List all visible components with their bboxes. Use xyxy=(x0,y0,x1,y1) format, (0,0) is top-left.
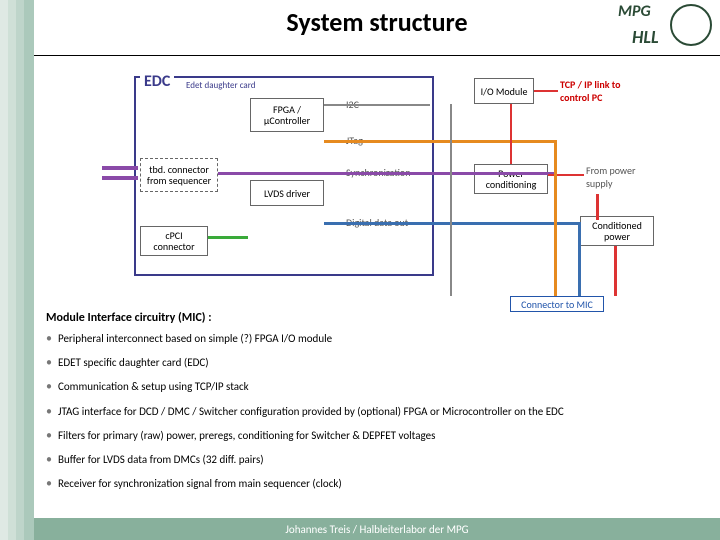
conn-digital-down xyxy=(578,222,581,296)
conn-tcp xyxy=(534,90,558,92)
edc-subtitle: Edet daughter card xyxy=(186,80,255,91)
box-connector-mic: Connector to MIC xyxy=(510,296,604,312)
conn-sync xyxy=(218,172,554,175)
bullet-item: JTAG interface for DCD / DMC / Switcher … xyxy=(46,405,700,418)
slide-header: System structure MPG HLL xyxy=(34,0,720,56)
box-io-module: I/O Module xyxy=(474,78,534,104)
bullet-item: Receiver for synchronization signal from… xyxy=(46,477,700,490)
block-diagram: EDC Edet daughter card FPGA / µControlle… xyxy=(110,76,670,312)
box-power-conditioning: Power conditioning xyxy=(474,164,548,194)
section-heading: Module Interface circuitry (MIC) : xyxy=(46,311,212,325)
label-tcpip: TCP / IP link to control PC xyxy=(560,78,640,104)
arrow-seq-1 xyxy=(102,166,138,170)
label-from-ps: From power supply xyxy=(586,164,646,190)
bullet-item: EDET specific daughter card (EDC) xyxy=(46,356,700,369)
footer-text: Johannes Treis / Halbleiterlabor der MPG xyxy=(285,523,468,536)
conn-condpower-down xyxy=(614,246,617,296)
conn-cpci xyxy=(208,236,248,239)
box-cpci: cPCI connector xyxy=(140,226,208,256)
slide-footer: Johannes Treis / Halbleiterlabor der MPG xyxy=(34,518,720,540)
logo-text-mpg: MPG xyxy=(618,2,651,21)
conn-i2c-down xyxy=(450,104,452,296)
conn-power-down xyxy=(596,194,599,220)
box-tbd-connector: tbd. connector from sequencer xyxy=(140,158,218,192)
box-lvds: LVDS driver xyxy=(250,180,324,206)
bullet-item: Communication & setup using TCP/IP stack xyxy=(46,380,700,393)
conn-jtag-down xyxy=(554,140,557,296)
bullet-item: Filters for primary (raw) power, preregs… xyxy=(46,429,700,442)
logo-text-hll: HLL xyxy=(632,26,659,48)
decorative-left-strip xyxy=(0,0,34,540)
bullet-item: Buffer for LVDS data from DMCs (32 diff.… xyxy=(46,453,700,466)
minerva-icon xyxy=(670,4,712,46)
box-fpga: FPGA / µController xyxy=(250,98,324,132)
conn-i2c xyxy=(324,104,430,106)
arrow-seq-2 xyxy=(102,176,138,180)
edc-title: EDC xyxy=(140,72,174,91)
bullet-item: Peripheral interconnect based on simple … xyxy=(46,332,700,345)
box-conditioned-power: Conditioned power xyxy=(580,216,654,246)
org-logo: MPG HLL xyxy=(612,2,714,54)
conn-io-to-power xyxy=(510,104,512,164)
conn-jtag xyxy=(324,140,554,143)
bullet-list: Peripheral interconnect based on simple … xyxy=(46,332,700,501)
